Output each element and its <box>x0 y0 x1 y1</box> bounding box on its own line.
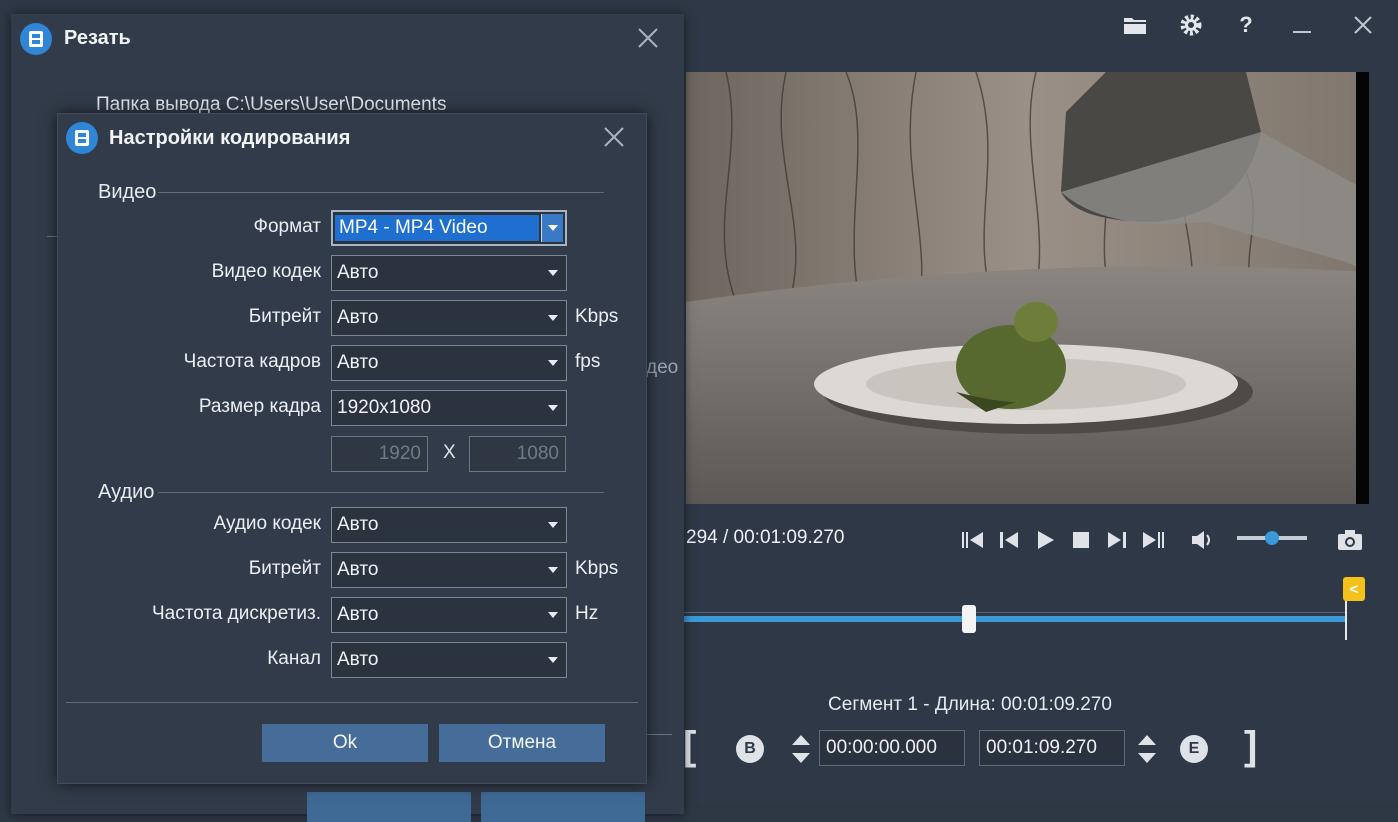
next-segment-icon[interactable] <box>1140 527 1166 553</box>
set-start-button[interactable]: B <box>736 735 764 763</box>
framerate-unit: fps <box>575 351 601 372</box>
timeline-segment-bar[interactable] <box>684 616 1346 622</box>
end-time-stepper[interactable] <box>1135 731 1159 767</box>
section-divider <box>158 192 604 193</box>
cut-dialog-close-icon[interactable] <box>633 23 663 53</box>
start-time-stepper[interactable] <box>789 731 813 767</box>
frame-size-dropdown[interactable]: 1920x1080 <box>331 390 567 426</box>
frame-width-field[interactable]: 1920 <box>331 436 428 472</box>
audio-bitrate-label: Битрейт <box>248 558 321 579</box>
prev-frame-icon[interactable] <box>996 527 1022 553</box>
start-bracket-icon[interactable]: [ <box>683 724 696 769</box>
partial-label: део <box>646 357 679 378</box>
end-bracket-icon[interactable]: ] <box>1244 724 1257 769</box>
video-bitrate-value: Авто <box>337 307 379 328</box>
audio-codec-label: Аудио кодек <box>213 513 321 534</box>
frame-height-field[interactable]: 1080 <box>469 436 566 472</box>
encoding-dialog-title: Настройки кодирования <box>109 127 351 149</box>
video-codec-dropdown[interactable]: Авто <box>331 255 567 291</box>
chevron-down-icon[interactable] <box>540 521 566 529</box>
stop-icon[interactable] <box>1068 527 1094 553</box>
end-time-field[interactable]: 00:01:09.270 <box>979 730 1125 766</box>
set-end-button[interactable]: E <box>1180 735 1208 763</box>
chevron-down-icon[interactable] <box>540 359 566 367</box>
video-preview <box>686 72 1369 504</box>
chevron-down-icon[interactable] <box>541 214 563 242</box>
close-icon[interactable] <box>1348 10 1378 40</box>
frame-size-value: 1920x1080 <box>337 397 432 418</box>
video-bitrate-unit: Kbps <box>575 306 619 327</box>
format-value: MP4 - MP4 Video <box>335 215 539 241</box>
folder-icon[interactable] <box>1120 10 1150 40</box>
video-bitrate-label: Битрейт <box>248 306 321 327</box>
ok-button[interactable]: Ok <box>262 724 428 762</box>
play-icon[interactable] <box>1032 527 1058 553</box>
encoding-settings-dialog: Настройки кодирования Видео Формат MP4 -… <box>57 113 647 784</box>
format-label: Формат <box>253 216 322 237</box>
time-readout: 294 / 00:01:09.270 <box>686 527 845 548</box>
channel-dropdown[interactable]: Авто <box>331 642 567 678</box>
segment-info: Сегмент 1 - Длина: 00:01:09.270 <box>828 694 1112 715</box>
chevron-down-icon[interactable] <box>540 404 566 412</box>
minimize-icon[interactable] <box>1287 10 1317 40</box>
next-frame-icon[interactable] <box>1104 527 1130 553</box>
segment-end-marker[interactable]: < <box>1343 577 1365 601</box>
cut-dialog-button[interactable] <box>481 792 645 822</box>
audio-bitrate-value: Авто <box>337 559 379 580</box>
help-icon[interactable]: ? <box>1231 10 1261 40</box>
framerate-dropdown[interactable]: Авто <box>331 345 567 381</box>
chevron-down-icon[interactable] <box>540 269 566 277</box>
chevron-down-icon[interactable] <box>540 314 566 322</box>
footer-divider <box>66 702 638 703</box>
timeline-playhead[interactable] <box>961 605 976 633</box>
cut-dialog-button[interactable] <box>307 792 471 822</box>
chevron-down-icon[interactable] <box>540 656 566 664</box>
cut-dialog-title: Резать <box>64 27 131 49</box>
volume-icon[interactable] <box>1190 527 1216 553</box>
samplerate-label: Частота дискретиз. <box>151 603 321 624</box>
chevron-down-icon[interactable] <box>540 611 566 619</box>
audio-codec-value: Авто <box>337 514 379 535</box>
timeline-track-line <box>684 612 1346 613</box>
video-codec-label: Видео кодек <box>211 261 321 282</box>
app-logo-icon <box>66 122 98 154</box>
channel-label: Канал <box>267 648 321 669</box>
prev-segment-icon[interactable] <box>960 527 986 553</box>
video-codec-value: Авто <box>337 262 379 283</box>
video-section-label: Видео <box>98 181 157 203</box>
chevron-down-icon[interactable] <box>540 566 566 574</box>
samplerate-value: Авто <box>337 604 379 625</box>
encoding-dialog-close-icon[interactable] <box>599 122 629 152</box>
samplerate-unit: Hz <box>575 603 599 624</box>
audio-bitrate-dropdown[interactable]: Авто <box>331 552 567 588</box>
audio-section-label: Аудио <box>98 481 155 503</box>
framerate-label: Частота кадров <box>183 351 321 372</box>
volume-slider-knob[interactable] <box>1265 531 1279 545</box>
section-divider <box>158 492 604 493</box>
size-separator: X <box>443 442 456 463</box>
frame-size-label: Размер кадра <box>198 396 321 417</box>
audio-codec-dropdown[interactable]: Авто <box>331 507 567 543</box>
camera-icon[interactable] <box>1337 527 1363 553</box>
channel-value: Авто <box>337 649 379 670</box>
framerate-value: Авто <box>337 352 379 373</box>
format-dropdown[interactable]: MP4 - MP4 Video <box>331 210 567 246</box>
segment-end-marker-line <box>1345 600 1347 640</box>
cancel-button[interactable]: Отмена <box>439 724 605 762</box>
samplerate-dropdown[interactable]: Авто <box>331 597 567 633</box>
start-time-field[interactable]: 00:00:00.000 <box>819 730 965 766</box>
video-bitrate-dropdown[interactable]: Авто <box>331 300 567 336</box>
audio-bitrate-unit: Kbps <box>575 558 619 579</box>
cut-dialog-header: Резать <box>11 14 684 64</box>
app-logo-icon <box>20 23 52 55</box>
gear-icon[interactable] <box>1176 10 1206 40</box>
